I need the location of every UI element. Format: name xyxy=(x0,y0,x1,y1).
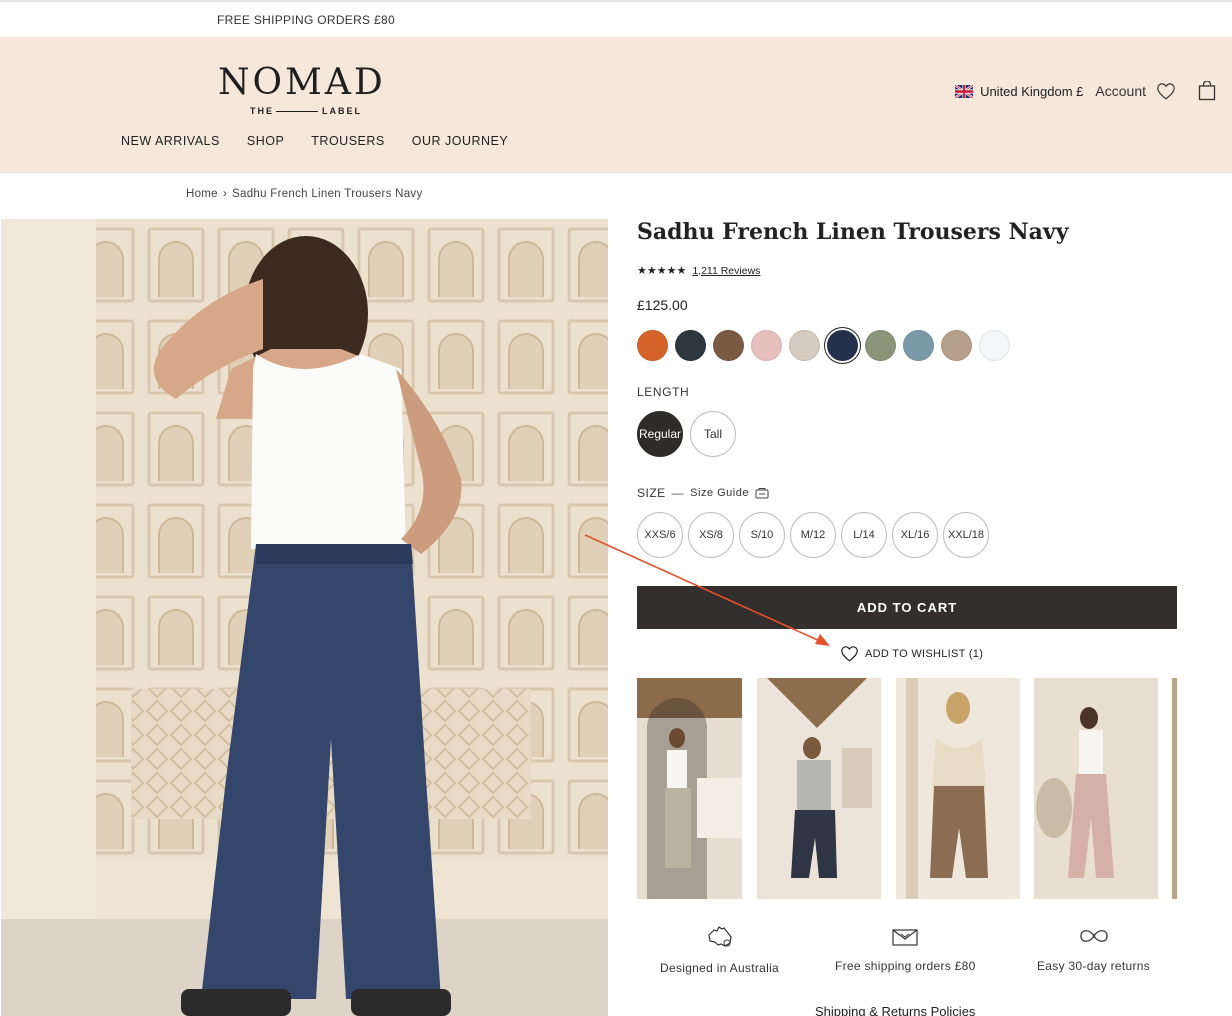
size-options: XXS/6 XS/8 S/10 M/12 L/14 XL/16 XXL/18 xyxy=(637,512,989,558)
size-option[interactable]: XL/16 xyxy=(892,512,938,558)
breadcrumb: Home › Sadhu French Linen Trousers Navy xyxy=(186,188,423,200)
color-swatch-brown[interactable] xyxy=(713,330,744,361)
account-link[interactable]: Account xyxy=(1095,83,1146,99)
color-swatch-taupe[interactable] xyxy=(941,330,972,361)
uk-flag-icon xyxy=(955,84,974,98)
cart-bag-icon[interactable] xyxy=(1198,81,1216,101)
logo-wordmark: NOMAD xyxy=(218,62,386,103)
nav-shop[interactable]: SHOP xyxy=(247,134,284,148)
product-rating[interactable]: ★★★★★ 1,211 Reviews xyxy=(637,264,760,278)
product-price: £125.00 xyxy=(637,297,688,313)
feature-label: Easy 30-day returns xyxy=(1037,959,1151,973)
color-swatch-sage[interactable] xyxy=(865,330,896,361)
gallery-image[interactable] xyxy=(1034,678,1158,899)
heart-icon xyxy=(841,646,858,662)
size-option[interactable]: M/12 xyxy=(790,512,836,558)
size-guide-link[interactable]: Size Guide xyxy=(690,487,749,499)
color-swatches xyxy=(637,330,1010,361)
logo-divider xyxy=(276,111,318,112)
lifestyle-gallery xyxy=(637,678,1177,899)
add-to-wishlist-button[interactable]: ADD TO WISHLIST (1) xyxy=(840,645,983,662)
rating-stars-icon: ★★★★★ xyxy=(637,265,687,277)
length-option-regular[interactable]: Regular xyxy=(637,411,683,457)
feature-item: Easy 30-day returns xyxy=(1037,925,1150,975)
color-swatch-navy[interactable] xyxy=(827,330,858,361)
size-option[interactable]: XXS/6 xyxy=(637,512,683,558)
announcement-bar: FREE SHIPPING ORDERS £80 xyxy=(0,0,1232,37)
feature-label: Designed in Australia xyxy=(660,961,780,975)
wishlist-heart-icon[interactable] xyxy=(1156,82,1176,100)
gallery-image[interactable] xyxy=(896,678,1020,899)
gallery-image[interactable] xyxy=(757,678,881,899)
color-swatch-charcoal[interactable] xyxy=(675,330,706,361)
size-header: SIZE — Size Guide xyxy=(637,486,769,500)
size-dash: — xyxy=(671,486,685,500)
australia-icon xyxy=(707,926,732,947)
size-option[interactable]: S/10 xyxy=(739,512,785,558)
length-label: LENGTH xyxy=(637,385,690,399)
length-options: Regular Tall xyxy=(637,411,736,457)
size-option[interactable]: XS/8 xyxy=(688,512,734,558)
breadcrumb-chevron-icon: › xyxy=(222,188,228,200)
gallery-image[interactable] xyxy=(637,678,742,899)
main-nav: NEW ARRIVALS SHOP TROUSERS OUR JOURNEY xyxy=(121,134,508,148)
feature-item: Designed in Australia xyxy=(660,925,779,977)
breadcrumb-current: Sadhu French Linen Trousers Navy xyxy=(232,188,423,200)
nav-new-arrivals[interactable]: NEW ARRIVALS xyxy=(121,134,220,148)
add-to-cart-button[interactable]: ADD TO CART xyxy=(637,586,1177,629)
nav-trousers[interactable]: TROUSERS xyxy=(311,134,384,148)
color-swatch-white[interactable] xyxy=(979,330,1010,361)
announcement-text: FREE SHIPPING ORDERS £80 xyxy=(217,13,395,27)
logo-sub-left: THE xyxy=(250,106,274,116)
color-swatch-stone[interactable] xyxy=(789,330,820,361)
length-option-tall[interactable]: Tall xyxy=(690,411,736,457)
breadcrumb-home[interactable]: Home xyxy=(186,188,218,200)
brand-logo[interactable]: NOMAD THE LABEL xyxy=(218,65,394,119)
color-swatch-rust[interactable] xyxy=(637,330,668,361)
infinity-icon xyxy=(1079,930,1108,942)
size-option[interactable]: L/14 xyxy=(841,512,887,558)
envelope-icon xyxy=(892,929,918,946)
header-utilities: United Kingdom £ Account xyxy=(955,81,1216,101)
size-label: SIZE xyxy=(637,486,666,500)
nav-our-journey[interactable]: OUR JOURNEY xyxy=(412,134,508,148)
gallery-image[interactable] xyxy=(1172,678,1177,899)
product-title: Sadhu French Linen Trousers Navy xyxy=(637,219,1069,245)
reviews-link[interactable]: 1,211 Reviews xyxy=(692,265,760,277)
color-swatch-pink[interactable] xyxy=(751,330,782,361)
color-swatch-blue[interactable] xyxy=(903,330,934,361)
feature-label: Free shipping orders £80 xyxy=(835,959,976,973)
wishlist-label: ADD TO WISHLIST (1) xyxy=(865,647,984,660)
logo-sub-right: LABEL xyxy=(322,106,362,116)
feature-item: Free shipping orders £80 xyxy=(835,925,976,975)
country-selector[interactable]: United Kingdom £ xyxy=(980,84,1083,99)
shipping-returns-link[interactable]: Shipping & Returns Policies xyxy=(815,1004,975,1016)
size-guide-icon[interactable] xyxy=(755,487,769,499)
site-header: NOMAD THE LABEL NEW ARRIVALS SHOP TROUSE… xyxy=(0,37,1232,173)
size-option[interactable]: XXL/18 xyxy=(943,512,989,558)
main-product-image[interactable] xyxy=(1,219,608,1016)
